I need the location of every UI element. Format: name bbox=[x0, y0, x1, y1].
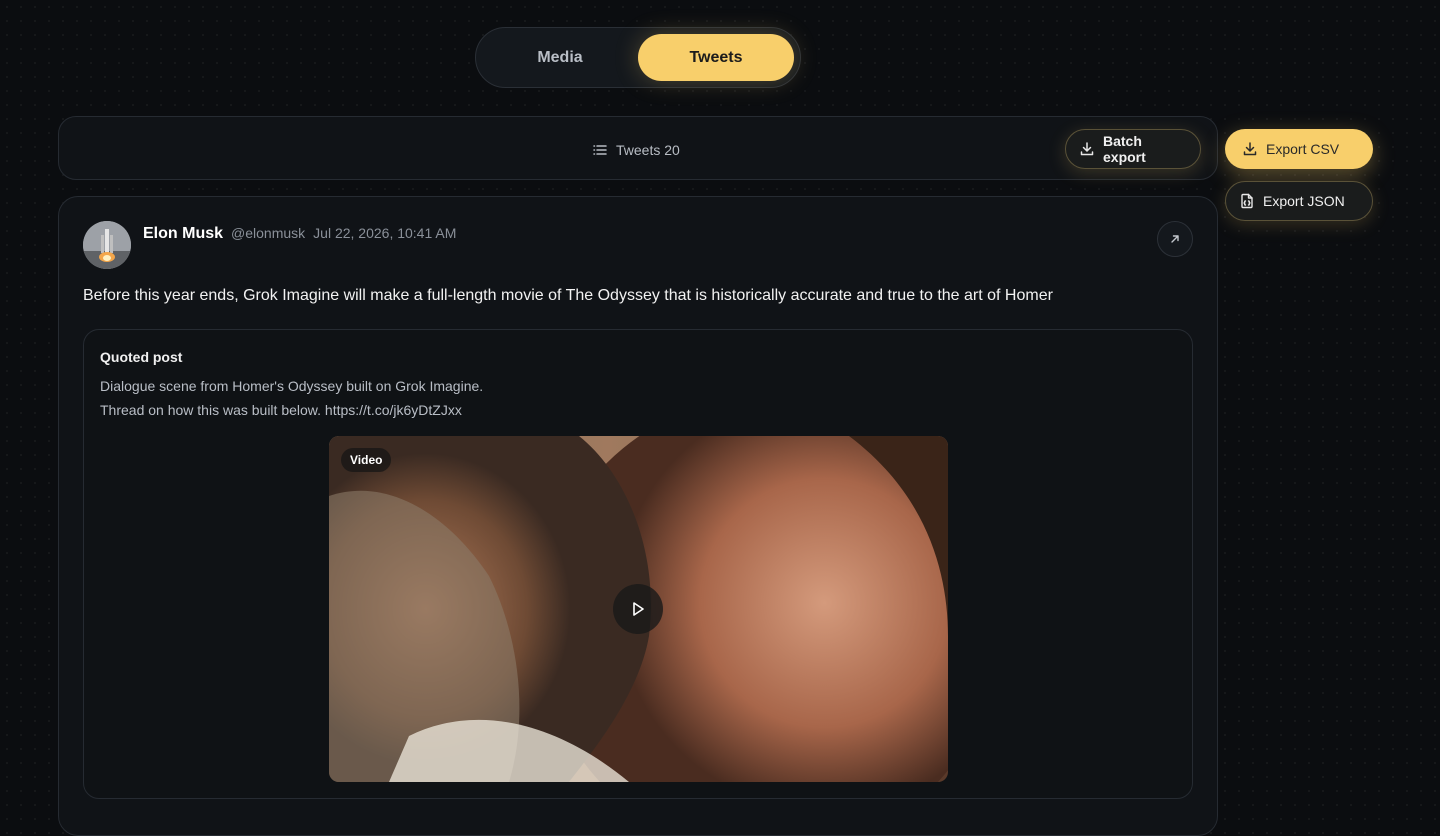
external-link-icon bbox=[1169, 233, 1181, 245]
tab-tweets[interactable]: Tweets bbox=[638, 34, 794, 81]
quoted-post-text: Dialogue scene from Homer's Odyssey buil… bbox=[100, 378, 484, 394]
media-type-badge: Video bbox=[341, 448, 392, 472]
author-row: Elon Musk @elonmusk Jul 22, 2026, 10:41 … bbox=[143, 225, 456, 243]
tweets-toolbar: Tweets 20 bbox=[58, 116, 1218, 180]
tweet-count: Tweets 20 bbox=[592, 141, 680, 159]
file-json-icon bbox=[1239, 193, 1255, 209]
video-thumbnail[interactable]: Video bbox=[329, 436, 948, 782]
tweet-text: Before this year ends, Grok Imagine will… bbox=[83, 287, 1053, 304]
export-csv-label: Export CSV bbox=[1266, 141, 1340, 157]
export-json-label: Export JSON bbox=[1263, 193, 1345, 209]
download-icon bbox=[1242, 141, 1258, 157]
batch-export-button[interactable]: Batch export bbox=[1065, 129, 1201, 169]
play-icon bbox=[631, 601, 645, 617]
avatar[interactable] bbox=[83, 221, 131, 269]
tweet-count-label: Tweets 20 bbox=[616, 142, 680, 158]
quoted-post[interactable]: Quoted post Dialogue scene from Homer's … bbox=[83, 329, 1193, 799]
export-json-button[interactable]: Export JSON bbox=[1225, 181, 1373, 221]
download-icon bbox=[1079, 141, 1095, 157]
view-toggle: Media Tweets bbox=[475, 27, 801, 88]
quoted-post-title: Quoted post bbox=[100, 349, 183, 365]
tab-media[interactable]: Media bbox=[482, 34, 638, 81]
export-csv-button[interactable]: Export CSV bbox=[1225, 129, 1373, 169]
tweet-card: Elon Musk @elonmusk Jul 22, 2026, 10:41 … bbox=[58, 196, 1218, 836]
list-icon bbox=[592, 142, 608, 158]
open-tweet-button[interactable] bbox=[1157, 221, 1193, 257]
author-handle[interactable]: @elonmusk bbox=[231, 225, 305, 241]
author-name[interactable]: Elon Musk bbox=[143, 225, 223, 243]
tweet-timestamp: Jul 22, 2026, 10:41 AM bbox=[313, 225, 457, 241]
quoted-post-text: Thread on how this was built below. http… bbox=[100, 402, 462, 418]
batch-export-label: Batch export bbox=[1103, 133, 1146, 165]
play-button[interactable] bbox=[613, 584, 663, 634]
